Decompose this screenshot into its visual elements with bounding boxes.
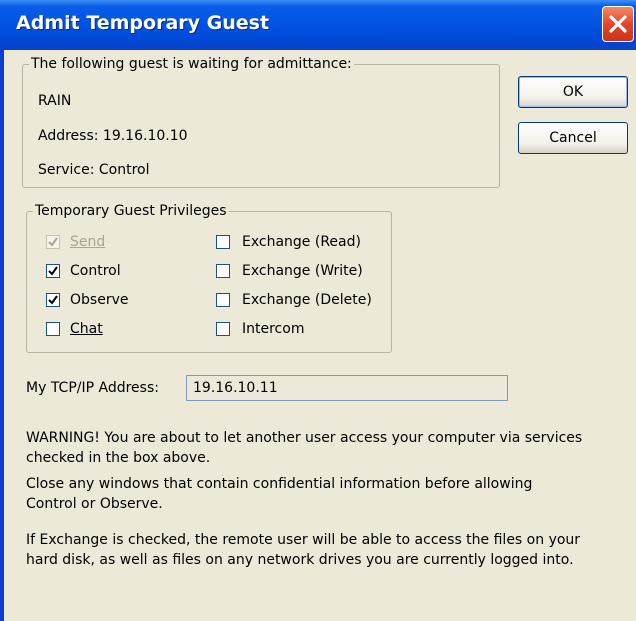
send-label: Send	[70, 234, 106, 250]
guest-service: Service: Control	[38, 162, 150, 178]
checkmark-icon	[48, 237, 58, 247]
exchange-read-checkbox[interactable]	[216, 235, 230, 249]
intercom-checkbox[interactable]	[216, 322, 230, 336]
title-bar[interactable]: Admit Temporary Guest	[0, 0, 636, 50]
cancel-button[interactable]: Cancel	[518, 122, 628, 154]
chat-checkbox[interactable]	[46, 322, 60, 336]
tcpip-label: My TCP/IP Address:	[26, 380, 159, 396]
window-frame	[0, 50, 4, 621]
exchange-read-label: Exchange (Read)	[242, 234, 361, 250]
intercom-label: Intercom	[242, 321, 305, 337]
guest-address: Address: 19.16.10.10	[38, 128, 188, 144]
close-button[interactable]	[602, 6, 634, 42]
window-title: Admit Temporary Guest	[16, 12, 270, 34]
guest-info-group-label: The following guest is waiting for admit…	[31, 56, 352, 72]
observe-label: Observe	[70, 292, 129, 308]
privileges-group-label: Temporary Guest Privileges	[35, 203, 227, 219]
exchange-note: If Exchange is checked, the remote user …	[26, 532, 581, 568]
admit-guest-dialog: Admit Temporary Guest The following gues…	[0, 0, 636, 621]
checkmark-icon	[48, 295, 58, 305]
chat-label: Chat	[70, 321, 103, 337]
exchange-delete-checkbox[interactable]	[216, 293, 230, 307]
observe-checkbox[interactable]	[46, 293, 60, 307]
ok-button[interactable]: OK	[518, 76, 628, 108]
tcpip-address-field: 19.16.10.11	[186, 375, 508, 401]
confidential-note: Close any windows that contain confident…	[26, 476, 533, 512]
close-icon	[609, 15, 627, 33]
exchange-write-checkbox[interactable]	[216, 264, 230, 278]
send-checkbox[interactable]	[46, 235, 60, 249]
control-checkbox[interactable]	[46, 264, 60, 278]
guest-name: RAIN	[38, 93, 72, 109]
exchange-delete-label: Exchange (Delete)	[242, 292, 372, 308]
checkmark-icon	[48, 266, 58, 276]
control-label: Control	[70, 263, 121, 279]
warning-text: WARNING! You are about to let another us…	[26, 430, 583, 466]
exchange-write-label: Exchange (Write)	[242, 263, 363, 279]
